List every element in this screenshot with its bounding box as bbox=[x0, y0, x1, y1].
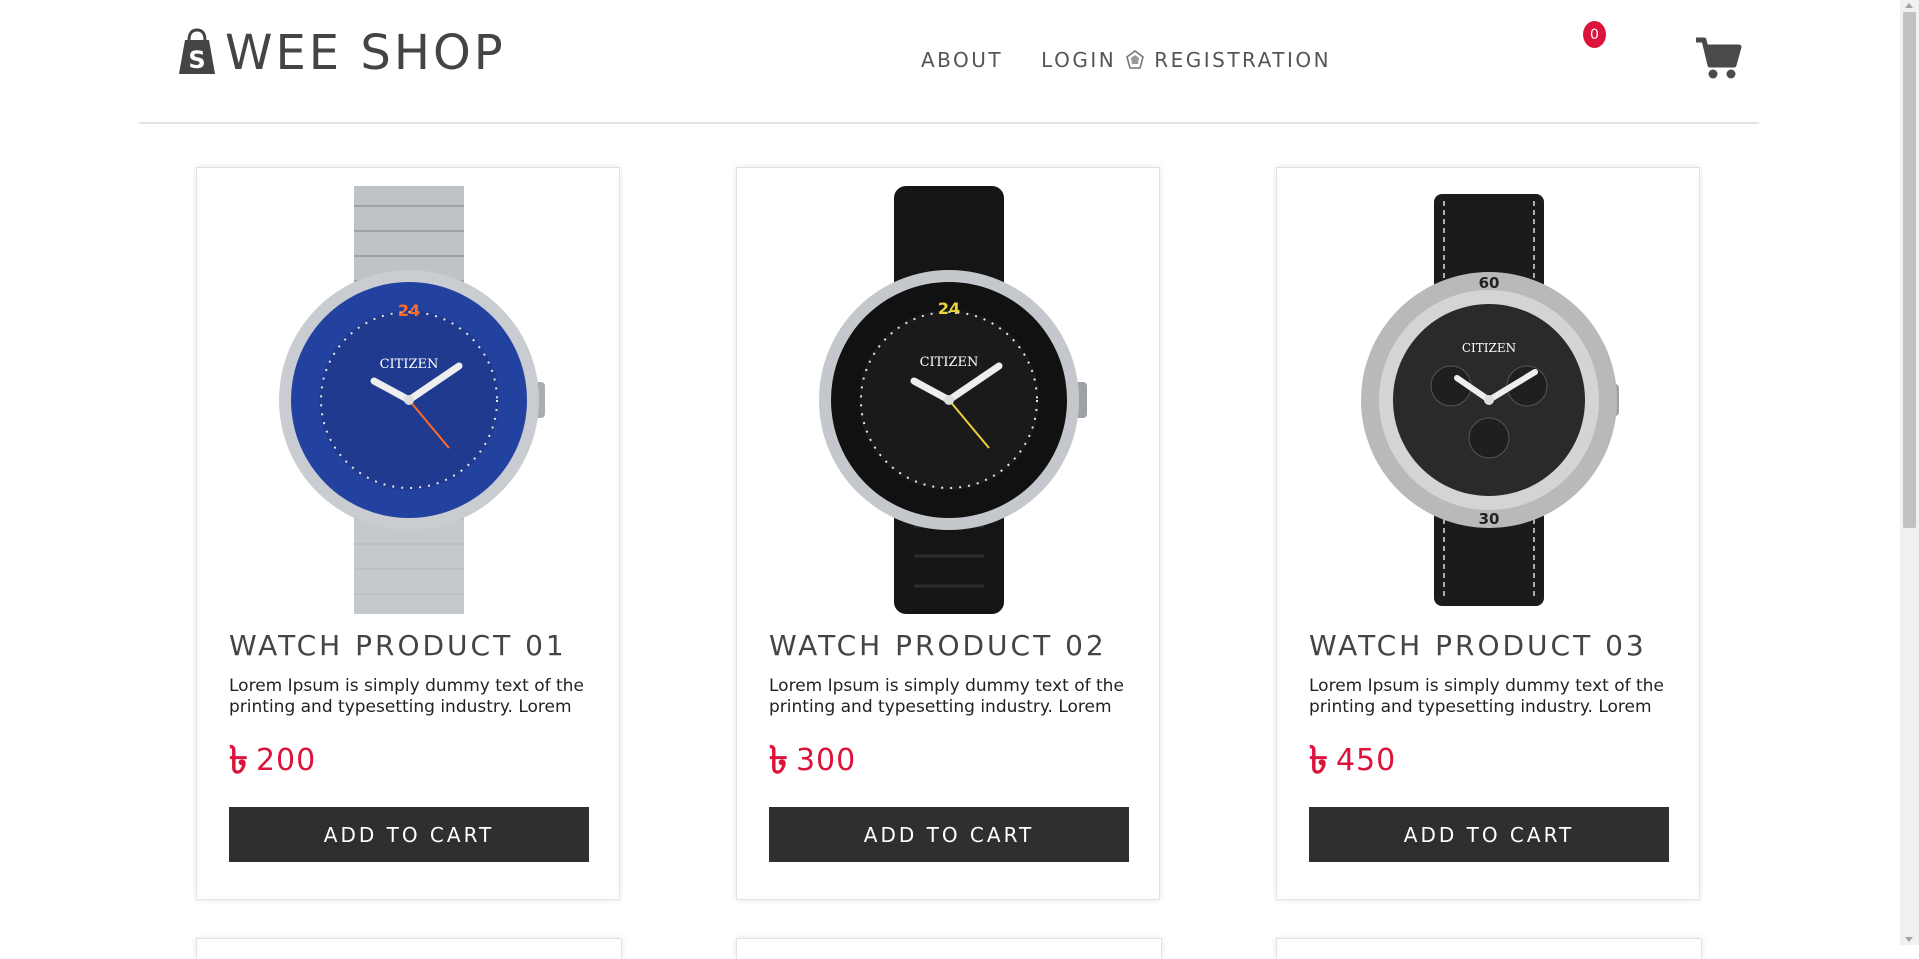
shopping-cart-icon bbox=[1694, 37, 1742, 85]
product-title[interactable]: WATCH PRODUCT 03 bbox=[1309, 629, 1647, 662]
cart-count-badge: 0 bbox=[1583, 21, 1606, 48]
product-card: 24 CITIZEN WATCH PRODUCT 02 Lorem Ipsum … bbox=[736, 167, 1160, 900]
scroll-thumb[interactable] bbox=[1903, 12, 1916, 528]
product-image[interactable]: 60 30 CITIZEN bbox=[1310, 186, 1668, 614]
scroll-up-arrow-icon[interactable] bbox=[1905, 3, 1913, 8]
svg-text:CITIZEN: CITIZEN bbox=[1462, 341, 1516, 355]
main-nav: ABOUT LOGIN REGISTRATION bbox=[921, 48, 1331, 72]
nav-about-link[interactable]: ABOUT bbox=[921, 48, 1003, 72]
product-card-next-row bbox=[196, 938, 622, 959]
watch-icon: 24 CITIZEN bbox=[279, 186, 545, 614]
brand-logo[interactable]: S WEE SHOP bbox=[175, 26, 506, 80]
scroll-down-arrow-icon[interactable] bbox=[1905, 937, 1913, 942]
currency-symbol: ৳ bbox=[1309, 738, 1328, 782]
product-card: 60 30 CITIZEN WATCH PRODUCT 03 Lorem Ips… bbox=[1276, 167, 1700, 900]
product-price: ৳ 300 bbox=[769, 741, 856, 779]
currency-symbol: ৳ bbox=[229, 738, 248, 782]
site-header: S WEE SHOP ABOUT LOGIN REGISTRATION bbox=[139, 0, 1759, 124]
cart-button[interactable] bbox=[1694, 35, 1742, 81]
price-amount: 300 bbox=[795, 742, 857, 778]
vertical-scrollbar[interactable] bbox=[1900, 0, 1919, 945]
product-title[interactable]: WATCH PRODUCT 02 bbox=[769, 629, 1107, 662]
svg-text:24: 24 bbox=[398, 301, 420, 320]
svg-text:CITIZEN: CITIZEN bbox=[920, 355, 979, 370]
page: S WEE SHOP ABOUT LOGIN REGISTRATION 0 24… bbox=[0, 0, 1900, 959]
product-description: Lorem Ipsum is simply dummy text of the … bbox=[1309, 676, 1664, 717]
price-amount: 200 bbox=[255, 742, 317, 778]
product-description: Lorem Ipsum is simply dummy text of the … bbox=[769, 676, 1124, 717]
product-card-next-row bbox=[1276, 938, 1702, 959]
nav-registration-link[interactable]: REGISTRATION bbox=[1154, 48, 1331, 72]
currency-symbol: ৳ bbox=[769, 738, 788, 782]
brand-name: WEE SHOP bbox=[225, 25, 506, 81]
product-description: Lorem Ipsum is simply dummy text of the … bbox=[229, 676, 584, 717]
svg-text:60: 60 bbox=[1479, 274, 1500, 292]
add-to-cart-button[interactable]: ADD TO CART bbox=[1309, 807, 1669, 862]
nav-login-link[interactable]: LOGIN bbox=[1041, 48, 1116, 72]
add-to-cart-button[interactable]: ADD TO CART bbox=[769, 807, 1129, 862]
svg-text:24: 24 bbox=[938, 299, 960, 318]
product-price: ৳ 200 bbox=[229, 741, 316, 779]
svg-text:CITIZEN: CITIZEN bbox=[380, 357, 439, 372]
product-price: ৳ 450 bbox=[1309, 741, 1396, 779]
svg-text:30: 30 bbox=[1479, 510, 1500, 528]
badge-icon bbox=[1124, 49, 1146, 71]
price-amount: 450 bbox=[1335, 742, 1397, 778]
add-to-cart-button[interactable]: ADD TO CART bbox=[229, 807, 589, 862]
svg-text:S: S bbox=[188, 46, 205, 74]
watch-icon: 24 CITIZEN bbox=[819, 186, 1087, 614]
watch-icon: 60 30 CITIZEN bbox=[1361, 194, 1619, 606]
product-card: 24 CITIZEN WATCH PRODUCT 01 Lorem Ipsum … bbox=[196, 167, 620, 900]
product-image[interactable]: 24 CITIZEN bbox=[230, 186, 588, 614]
product-title[interactable]: WATCH PRODUCT 01 bbox=[229, 629, 567, 662]
product-card-next-row bbox=[736, 938, 1162, 959]
product-image[interactable]: 24 CITIZEN bbox=[770, 186, 1128, 614]
shopify-bag-icon: S bbox=[175, 28, 219, 78]
